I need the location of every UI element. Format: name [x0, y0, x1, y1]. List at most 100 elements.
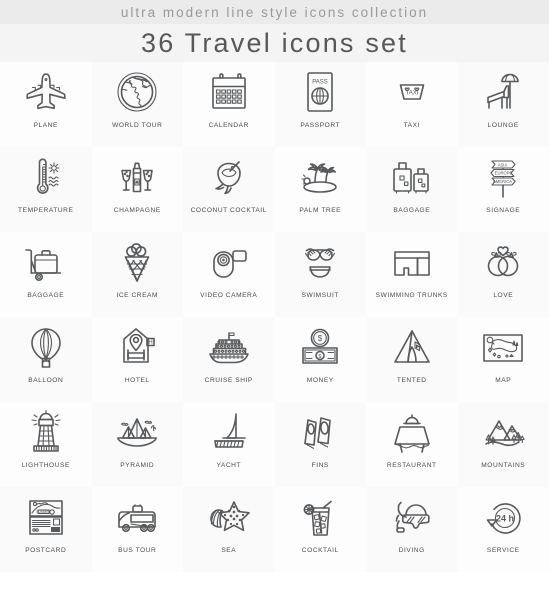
icon-label: BAGGAGE	[27, 292, 65, 299]
icon-cell-balloon[interactable]: BALLOON	[0, 317, 92, 402]
svg-text:AMERICA: AMERICA	[493, 179, 512, 184]
restaurant-table-icon	[384, 406, 440, 460]
header-title-band: 36 Travel icons set	[0, 24, 549, 62]
globe-icon	[109, 66, 165, 120]
map-icon	[475, 321, 531, 375]
icon-cell-postcard[interactable]: SUMMER POSTCARD	[0, 487, 92, 572]
icon-cell-baggage[interactable]: BAGGAGE	[366, 147, 458, 232]
icon-label: SWIMMING TRUNKS	[375, 292, 448, 299]
icon-cell-pyramid[interactable]: PYRAMID	[91, 402, 183, 487]
tent-icon	[384, 321, 440, 375]
icon-label: YACHT	[216, 462, 242, 469]
svg-text:$: $	[319, 354, 322, 360]
hotel-icon: H	[109, 321, 165, 375]
icon-cell-taxi[interactable]: TAXI TAXI	[366, 62, 458, 147]
cruise-ship-icon	[201, 321, 257, 375]
icon-cell-plane[interactable]: PLANE	[0, 62, 92, 147]
icon-cell-calendar[interactable]: CALENDAR	[183, 62, 275, 147]
icon-label: LOUNGE	[487, 122, 519, 129]
icon-cell-lounge[interactable]: LOUNGE	[457, 62, 549, 147]
icon-cell-coconut-cocktail[interactable]: COCONUT COCKTAIL	[183, 147, 275, 232]
icon-cell-love[interactable]: LOVE	[457, 232, 549, 317]
svg-text:24 h: 24 h	[496, 513, 514, 523]
icon-cell-palm-tree[interactable]: PALM TREE	[274, 147, 366, 232]
palm-tree-icon	[292, 151, 348, 205]
icon-label: BUS TOUR	[118, 547, 157, 554]
icon-cell-restaurant[interactable]: RESTAURANT	[366, 402, 458, 487]
icon-label: SERVICE	[486, 547, 520, 554]
icon-label: MAP	[495, 377, 512, 384]
icon-cell-mountains[interactable]: MOUNTAINS	[457, 402, 549, 487]
icon-grid: PLANE WORLD TOUR CALENDAR PASS PASSPORT …	[0, 62, 549, 572]
wedding-rings-icon	[475, 236, 531, 290]
hot-air-balloon-icon	[18, 321, 74, 375]
icon-label: HOTEL	[124, 377, 150, 384]
svg-text:SUMMER: SUMMER	[36, 510, 51, 514]
icon-cell-baggage[interactable]: BAGGAGE	[0, 232, 92, 317]
taxi-icon: TAXI	[384, 66, 440, 120]
icon-cell-champagne[interactable]: CHAMPAGNE	[91, 147, 183, 232]
icon-cell-map[interactable]: MAP	[457, 317, 549, 402]
icon-cell-ice-cream[interactable]: ICE CREAM	[91, 232, 183, 317]
icon-cell-lighthouse[interactable]: LIGHTHOUSE	[0, 402, 92, 487]
icon-cell-hotel[interactable]: H HOTEL	[91, 317, 183, 402]
coconut-cocktail-icon	[201, 151, 257, 205]
svg-text:H: H	[149, 340, 153, 346]
icon-cell-passport[interactable]: PASS PASSPORT	[274, 62, 366, 147]
video-camera-icon	[201, 236, 257, 290]
icon-cell-temperature[interactable]: TEMPERATURE	[0, 147, 92, 232]
icon-label: LIGHTHOUSE	[21, 462, 70, 469]
suitcases-icon	[384, 151, 440, 205]
icon-cell-fins[interactable]: FINS	[274, 402, 366, 487]
icon-cell-swimming-trunks[interactable]: SWIMMING TRUNKS	[366, 232, 458, 317]
icon-cell-cocktail[interactable]: COCKTAIL	[274, 487, 366, 572]
icon-label: PASSPORT	[300, 122, 341, 129]
calendar-icon	[201, 66, 257, 120]
icon-label: WORLD TOUR	[112, 122, 163, 129]
icon-label: LOVE	[493, 292, 514, 299]
icon-cell-world-tour[interactable]: WORLD TOUR	[91, 62, 183, 147]
svg-text:EUROPE: EUROPE	[495, 171, 513, 176]
icon-label: CALENDAR	[208, 122, 249, 129]
icon-cell-bus-tour[interactable]: BUS TOUR	[91, 487, 183, 572]
icon-label: PYRAMID	[120, 462, 155, 469]
svg-text:$: $	[318, 334, 323, 343]
ice-cream-icon	[109, 236, 165, 290]
diving-mask-icon	[384, 491, 440, 545]
icon-cell-diving[interactable]: DIVING	[366, 487, 458, 572]
pyramid-icon	[109, 406, 165, 460]
icon-cell-money[interactable]: $ $ MONEY	[274, 317, 366, 402]
icon-cell-service[interactable]: 24 h SERVICE	[457, 487, 549, 572]
icon-label: SEA	[221, 547, 237, 554]
icon-label: FINS	[311, 462, 329, 469]
icon-label: COCONUT COCKTAIL	[190, 207, 267, 214]
passport-icon: PASS	[292, 66, 348, 120]
lighthouse-icon	[18, 406, 74, 460]
icon-cell-cruise-ship[interactable]: CRUISE SHIP	[183, 317, 275, 402]
lounge-chair-icon	[475, 66, 531, 120]
icon-label: RESTAURANT	[386, 462, 437, 469]
collection-subtitle: ultra modern line style icons collection	[120, 4, 429, 20]
mountains-icon	[475, 406, 531, 460]
icon-label: BALLOON	[28, 377, 64, 384]
icon-cell-tented[interactable]: TENTED	[366, 317, 458, 402]
postcard-icon: SUMMER	[18, 491, 74, 545]
icon-label: PLANE	[33, 122, 58, 129]
plane-icon	[18, 66, 74, 120]
svg-text:ASIA: ASIA	[498, 162, 508, 167]
icon-label: TAXI	[403, 122, 420, 129]
icon-label: ICE CREAM	[116, 292, 159, 299]
svg-text:PASS: PASS	[312, 80, 328, 86]
swim-fins-icon	[292, 406, 348, 460]
icon-cell-yacht[interactable]: YACHT	[183, 402, 275, 487]
champagne-icon	[109, 151, 165, 205]
thermometer-icon	[18, 151, 74, 205]
icon-cell-video-camera[interactable]: VIDEO CAMERA	[183, 232, 275, 317]
page-title: 36 Travel icons set	[141, 27, 408, 58]
cocktail-glass-icon	[292, 491, 348, 545]
header-subtitle-band: ultra modern line style icons collection	[0, 0, 549, 24]
icon-cell-signage[interactable]: ASIA EUROPE AMERICA SIGNAGE	[457, 147, 549, 232]
icon-cell-sea[interactable]: SEA	[183, 487, 275, 572]
icon-cell-swimsuit[interactable]: SWIMSUIT	[274, 232, 366, 317]
24h-service-icon: 24 h	[475, 491, 531, 545]
